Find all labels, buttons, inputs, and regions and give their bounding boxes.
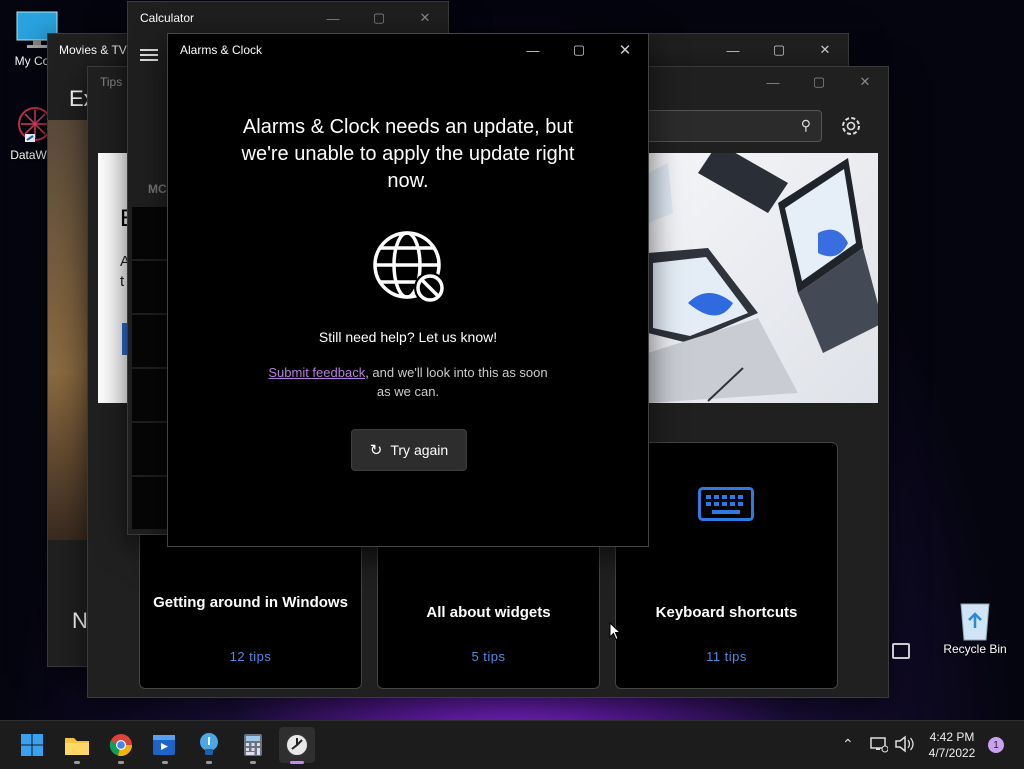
settings-gear-icon[interactable] (838, 113, 864, 139)
taskbar-date: 4/7/2022 (928, 746, 976, 760)
globe-blocked-icon (372, 230, 448, 311)
desktop-icon-recycle-bin[interactable]: Recycle Bin (940, 598, 1010, 656)
minimize-button[interactable]: — (510, 34, 556, 66)
window-title: Tips (100, 75, 123, 89)
notification-badge[interactable]: 1 (988, 737, 1004, 753)
alarms-clock-window[interactable]: Alarms & Clock — ▢ ✕ Alarms & Clock need… (167, 33, 649, 547)
window-title: Calculator (140, 11, 195, 25)
help-text: Still need help? Let us know! (318, 329, 498, 345)
maximize-button[interactable]: ▢ (356, 2, 402, 34)
mouse-cursor-icon (609, 621, 622, 646)
maximize-button[interactable]: ▢ (556, 34, 602, 66)
lightbulb-icon (200, 733, 218, 755)
window-title: Movies & TV (59, 43, 127, 57)
try-again-button[interactable]: ↻ Try again (351, 429, 467, 471)
close-button[interactable]: ✕ (842, 66, 888, 98)
taskbar-file-explorer[interactable] (59, 727, 95, 764)
taskbar-movies-tv[interactable] (147, 727, 183, 764)
clock-datetime[interactable]: 4:42 PM 4/7/2022 (922, 729, 982, 761)
laptops-illustration (648, 153, 878, 403)
tip-card-count: 12 tips (229, 649, 272, 664)
clock-icon (285, 733, 309, 757)
feedback-text: , and we'll look into this as soon as we… (365, 365, 548, 399)
window-title: Alarms & Clock (180, 43, 263, 57)
calculator-icon (244, 734, 262, 756)
search-icon: ⚲ (800, 117, 811, 133)
hamburger-menu-icon[interactable] (140, 46, 158, 64)
taskbar-tips[interactable] (191, 727, 227, 764)
windows-start-icon (21, 734, 43, 756)
taskbar-chrome[interactable] (103, 727, 139, 764)
movies-icon (153, 735, 175, 755)
maximize-button[interactable]: ▢ (756, 34, 802, 66)
volume-icon[interactable] (894, 735, 914, 758)
search-input[interactable]: ⚲ (628, 110, 822, 142)
taskbar-time: 4:42 PM (929, 730, 975, 744)
update-error-message: Alarms & Clock needs an update, but we'r… (241, 116, 575, 192)
tip-card-count: 5 tips (471, 649, 506, 664)
taskbar-calculator[interactable] (235, 727, 271, 764)
calculator-keypad[interactable] (132, 207, 172, 529)
tip-card-title: Getting around in Windows (153, 594, 348, 611)
alarms-titlebar[interactable]: Alarms & Clock — ▢ ✕ (168, 34, 648, 66)
tip-card-count: 11 tips (706, 649, 747, 664)
folder-icon (65, 738, 89, 755)
submit-feedback-link[interactable]: Submit feedback (268, 365, 365, 380)
chrome-icon (109, 734, 133, 757)
memory-clear-label: MC (148, 182, 167, 196)
recycle-bin-icon (953, 598, 997, 641)
calculator-titlebar[interactable]: Calculator — ▢ ✕ (128, 2, 448, 34)
tip-card-title: All about widgets (426, 604, 551, 621)
close-button[interactable]: ✕ (802, 34, 848, 66)
refresh-icon: ↻ (369, 442, 383, 459)
keyboard-icon (698, 487, 754, 526)
start-button[interactable] (14, 727, 50, 763)
taskbar[interactable]: ⌃ 4:42 PM 4/7/2022 1 (0, 720, 1024, 769)
tip-card-title: Keyboard shortcuts (655, 604, 798, 621)
network-icon[interactable] (870, 735, 889, 758)
minimize-button[interactable]: — (710, 34, 756, 66)
feedback-paragraph: Submit feedback, and we'll look into thi… (268, 363, 548, 401)
try-again-label: Try again (390, 442, 449, 458)
banner-text: t (120, 273, 125, 290)
minimize-button[interactable]: — (310, 2, 356, 34)
close-button[interactable]: ✕ (602, 34, 648, 66)
show-hidden-icons-chevron-icon[interactable]: ⌃ (842, 736, 854, 753)
close-button[interactable]: ✕ (402, 2, 448, 34)
compact-overlay-icon[interactable] (892, 643, 910, 659)
movies-section-heading: N (72, 608, 88, 633)
maximize-button[interactable]: ▢ (796, 66, 842, 98)
desktop-icon-label: Recycle Bin (943, 642, 1007, 656)
taskbar-alarms-clock[interactable] (279, 727, 315, 764)
minimize-button[interactable]: — (750, 66, 796, 98)
